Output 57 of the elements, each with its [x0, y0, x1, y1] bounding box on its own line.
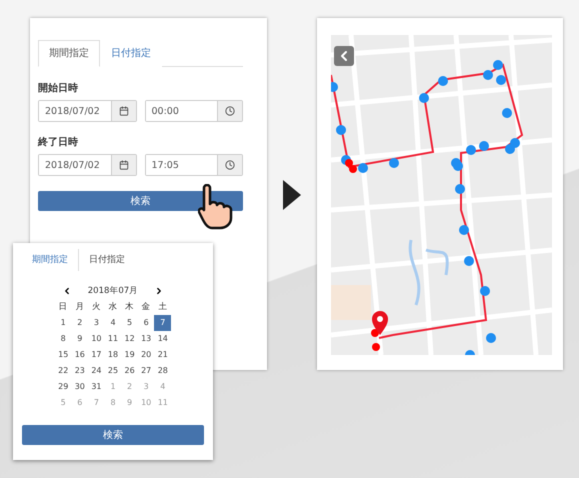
calendar-day[interactable]: 7 — [154, 315, 172, 331]
calendar-day[interactable]: 2 — [72, 315, 88, 331]
tab[interactable]: 日付指定 — [78, 249, 135, 271]
search-button[interactable]: 検索 — [22, 425, 204, 445]
weekday-label: 木 — [124, 301, 136, 314]
weekday-label: 月 — [74, 301, 86, 314]
calendar-day[interactable]: 30 — [72, 379, 88, 395]
calendar-day[interactable]: 27 — [138, 363, 154, 379]
search-button[interactable]: 検索 — [38, 191, 243, 211]
date-field[interactable]: 2018/07/02 — [38, 100, 136, 122]
time-field[interactable]: 17:05 — [144, 154, 243, 176]
calendar-day[interactable]: 10 — [88, 331, 105, 347]
calendar-day[interactable]: 9 — [72, 331, 88, 347]
right-arrow-icon — [283, 180, 301, 210]
clock-icon — [225, 160, 235, 170]
weekday-label: 火 — [90, 301, 102, 314]
calendar-day[interactable]: 26 — [121, 363, 138, 379]
calendar-day[interactable]: 21 — [154, 347, 172, 363]
calendar-day[interactable]: 8 — [54, 331, 72, 347]
calendar-day[interactable]: 25 — [104, 363, 122, 379]
previous-month-icon[interactable] — [62, 286, 72, 296]
calendar-day[interactable]: 31 — [88, 379, 105, 395]
calendar-day[interactable]: 17 — [88, 347, 105, 363]
clock-icon — [225, 106, 235, 116]
weekday-label: 水 — [108, 301, 118, 314]
calendar-day[interactable]: 20 — [138, 347, 154, 363]
weekday-label: 金 — [140, 301, 152, 314]
back-button[interactable] — [334, 46, 354, 66]
field-label: 終了日時 — [38, 136, 79, 149]
tab[interactable]: 期間指定 — [22, 249, 78, 271]
calendar-icon — [118, 106, 128, 116]
calendar-icon — [118, 160, 128, 170]
weekday-label: 土 — [157, 301, 168, 314]
date-field[interactable]: 2018/07/02 — [38, 154, 136, 176]
field-label: 開始日時 — [38, 82, 79, 95]
calendar-day[interactable]: 28 — [154, 363, 172, 379]
calendar-day[interactable]: 18 — [104, 347, 122, 363]
month-title: 2018年07月 — [88, 285, 138, 297]
calendar-day[interactable]: 23 — [72, 363, 88, 379]
calendar-day[interactable]: 3 — [88, 315, 105, 331]
weekday-label: 日 — [58, 301, 69, 314]
calendar-day[interactable]: 1 — [54, 315, 72, 331]
calendar-day[interactable]: 14 — [154, 331, 172, 347]
calendar-day[interactable]: 22 — [54, 363, 72, 379]
calendar-day[interactable]: 15 — [54, 347, 72, 363]
calendar-day[interactable]: 5 — [121, 315, 138, 331]
calendar-day[interactable]: 12 — [121, 331, 138, 347]
tab[interactable]: 期間指定 — [38, 40, 100, 67]
calendar-day[interactable]: 4 — [104, 315, 122, 331]
calendar-day[interactable]: 6 — [138, 315, 154, 331]
calendar-day[interactable]: 11 — [104, 331, 122, 347]
time-field[interactable]: 00:00 — [144, 100, 243, 122]
calendar-day[interactable]: 24 — [88, 363, 105, 379]
calendar-day[interactable]: 29 — [54, 379, 72, 395]
calendar-day[interactable]: 19 — [121, 347, 138, 363]
calendar-day[interactable]: 16 — [72, 347, 88, 363]
calendar-day[interactable]: 13 — [138, 331, 154, 347]
